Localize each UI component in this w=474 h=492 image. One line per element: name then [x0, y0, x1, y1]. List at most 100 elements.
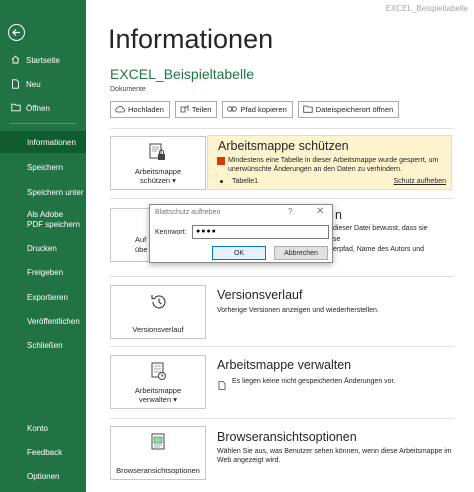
protect-button-label-2: schützen ▾: [140, 176, 176, 185]
sidebar-item-speichern[interactable]: Speichern: [0, 156, 86, 178]
sidebar-item-oeffnen[interactable]: Öffnen: [0, 97, 86, 119]
protect-button-label-1: Arbeitsmappe: [134, 167, 182, 176]
browser-view-icon: [151, 433, 167, 453]
folder-icon: [11, 103, 21, 114]
back-arrow-icon[interactable]: [8, 24, 25, 41]
protect-title: Arbeitsmappe schützen: [218, 139, 349, 153]
open-location-button[interactable]: Dateispeicherort öffnen: [297, 101, 400, 118]
sidebar-item-startseite[interactable]: Startseite: [0, 49, 86, 71]
sidebar-item-exportieren[interactable]: Exportieren: [0, 286, 86, 308]
sidebar-item-label: Speichern unter: [27, 187, 84, 197]
lock-icon: [149, 143, 167, 165]
copy-path-button[interactable]: Pfad kopieren: [222, 101, 293, 118]
versions-title: Versionsverlauf: [217, 288, 303, 302]
sidebar-divider: [10, 123, 76, 124]
warning-icon: [217, 157, 225, 165]
share-icon: [180, 104, 189, 115]
cancel-button[interactable]: Abbrechen: [274, 246, 328, 260]
help-icon[interactable]: ?: [288, 207, 292, 216]
share-label: Teilen: [191, 105, 212, 114]
browser-title: Browseransichtsoptionen: [217, 430, 357, 444]
version-history-button[interactable]: Versionsverlauf: [110, 285, 206, 339]
unprotect-link[interactable]: Schutz aufheben: [393, 178, 446, 185]
sidebar-item-neu[interactable]: Neu: [0, 73, 86, 95]
folder-icon: [303, 105, 313, 115]
divider: [110, 418, 454, 419]
home-icon: [11, 55, 20, 66]
inspect-text-2: se: [333, 236, 341, 243]
browser-view-button-label: Browseransichtsoptionen: [116, 466, 200, 475]
protected-sheet-item: Tabelle1: [220, 178, 258, 185]
protect-info-panel: Arbeitsmappe schützen Mindestens eine Ta…: [207, 135, 452, 190]
page-title: Informationen: [108, 24, 274, 54]
share-button[interactable]: Teilen: [174, 101, 218, 118]
divider: [110, 276, 454, 277]
bullet: [220, 179, 223, 183]
sheet-name: Tabelle1: [232, 178, 259, 185]
sidebar-item-drucken[interactable]: Drucken: [0, 237, 86, 259]
divider: [110, 346, 454, 347]
upload-button[interactable]: Hochladen: [110, 101, 170, 118]
inspect-text-1: dieser Datei bewusst, dass sie: [333, 225, 428, 232]
browser-text: Wählen Sie aus, was Benutzer sehen könne…: [217, 448, 452, 464]
sidebar-item-label: Optionen: [27, 471, 60, 481]
copy-path-label: Pfad kopieren: [240, 105, 287, 114]
password-label: Kennwort:: [155, 229, 187, 236]
manage-title: Arbeitsmappe verwalten: [217, 358, 352, 372]
new-document-icon: [11, 79, 20, 91]
sidebar-item-label: Veröffentlichen: [27, 316, 80, 326]
link-icon: [227, 105, 238, 114]
manage-button-label-2: verwalten ▾: [139, 395, 177, 404]
sidebar-item-label: Öffnen: [26, 103, 50, 113]
sidebar-item-label: Startseite: [26, 55, 60, 65]
protect-workbook-button[interactable]: Arbeitsmappe schützen ▾: [110, 136, 206, 190]
window-title: EXCEL_Beispieltabelle: [385, 4, 468, 13]
sidebar-item-konto[interactable]: Konto: [0, 417, 86, 439]
sidebar-item-freigeben[interactable]: Freigeben: [0, 261, 86, 283]
sidebar-item-optionen[interactable]: Optionen: [0, 465, 86, 487]
manage-workbook-button[interactable]: Arbeitsmappe verwalten ▾: [110, 355, 206, 409]
versions-text: Vorherige Versionen anzeigen und wiederh…: [217, 307, 379, 314]
document-icon: [218, 377, 226, 395]
ok-button[interactable]: OK: [212, 246, 266, 260]
protect-message: Mindestens eine Tabelle in dieser Arbeit…: [228, 157, 439, 173]
inspect-text-3: erpfad, Name des Autors und: [333, 246, 425, 253]
divider: [110, 198, 454, 199]
sidebar-item-speichern-unter[interactable]: Speichern unter: [0, 181, 86, 203]
manage-button-label-1: Arbeitsmappe: [134, 386, 182, 395]
open-location-label: Dateispeicherort öffnen: [315, 105, 394, 114]
sidebar-item-label: Schließen: [27, 340, 63, 350]
password-field[interactable]: ●●●●: [192, 225, 329, 239]
history-icon: [149, 292, 169, 314]
manage-text: Es liegen keine nicht gespeicherten Ände…: [232, 378, 396, 385]
sidebar-item-veroeffentlichen[interactable]: Veröffentlichen: [0, 310, 86, 332]
file-location: Dokumente: [110, 86, 146, 93]
dialog-title: Blattschutz aufheben: [155, 209, 221, 216]
sidebar-item-label: Informationen: [27, 137, 76, 147]
sidebar-item-feedback[interactable]: Feedback: [0, 441, 86, 463]
sidebar-item-label: Konto: [27, 423, 48, 433]
sidebar-item-informationen[interactable]: Informationen: [0, 131, 86, 153]
close-icon[interactable]: ✕: [316, 206, 324, 217]
manage-workbook-icon: [150, 362, 168, 384]
sidebar-item-label: Als Adobe PDF speichern: [27, 210, 80, 229]
inspect-button-label-2: übe: [135, 245, 148, 254]
unprotect-sheet-dialog: Blattschutz aufheben ? ✕ Kennwort: ●●●● …: [149, 204, 333, 263]
sidebar-item-schliessen[interactable]: Schließen: [0, 334, 86, 356]
sidebar-item-label: Freigeben: [27, 267, 64, 277]
inspect-button-label-1: Auf: [135, 235, 147, 244]
sidebar-item-label: Feedback: [27, 447, 63, 457]
version-history-button-label: Versionsverlauf: [132, 325, 184, 334]
cloud-upload-icon: [115, 105, 125, 115]
sidebar-item-label: Neu: [26, 79, 41, 89]
sidebar-item-label: Speichern: [27, 162, 64, 172]
file-name: EXCEL_Beispieltabelle: [110, 66, 254, 82]
inspect-title: n: [335, 208, 342, 222]
browser-view-options-button[interactable]: Browseransichtsoptionen: [110, 426, 206, 480]
backstage-sidebar: Startseite Neu Öffnen Informationen Spei…: [0, 0, 86, 492]
divider: [110, 128, 454, 129]
file-toolbar: Hochladen Teilen Pfad kopieren Dateispei…: [110, 101, 404, 118]
sidebar-item-adobe-pdf[interactable]: Als Adobe PDF speichern: [0, 206, 80, 234]
upload-label: Hochladen: [128, 105, 164, 114]
sidebar-item-label: Exportieren: [27, 292, 68, 302]
